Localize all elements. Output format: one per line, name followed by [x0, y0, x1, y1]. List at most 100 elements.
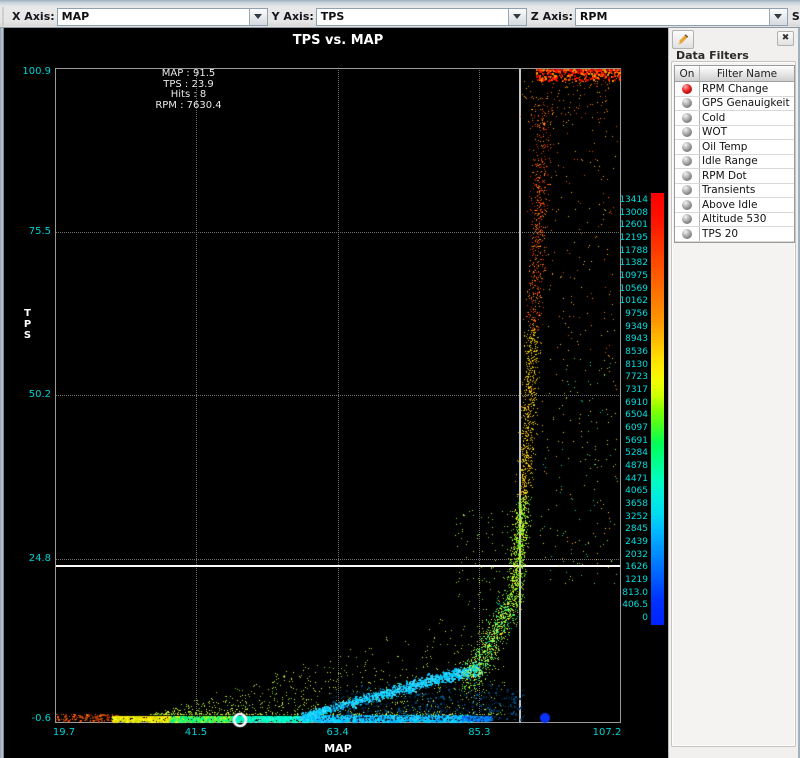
chevron-down-icon[interactable]: [769, 9, 787, 25]
filter-off-ball-icon[interactable]: [682, 156, 692, 166]
colorbar-tick-label: 6910: [604, 398, 648, 408]
colorbar-tick-label: 8943: [604, 334, 648, 344]
filter-toggle-cell[interactable]: [675, 97, 700, 111]
colorbar-tick-label: 10162: [604, 296, 648, 306]
z-axis-value: RPM: [576, 10, 769, 23]
filter-off-ball-icon[interactable]: [682, 171, 692, 181]
filter-name-cell[interactable]: Altitude 530: [700, 213, 794, 225]
filter-toggle-cell[interactable]: [675, 213, 700, 227]
filter-row[interactable]: Altitude 530: [675, 213, 794, 228]
filter-row[interactable]: WOT: [675, 126, 794, 141]
x-tick-label: 41.5: [174, 727, 218, 738]
filter-name-cell[interactable]: RPM Dot: [700, 170, 794, 182]
filter-off-ball-icon[interactable]: [682, 229, 692, 239]
filter-name-cell[interactable]: WOT: [700, 126, 794, 138]
column-header-on: On: [675, 66, 700, 81]
y-axis-select[interactable]: TPS: [316, 8, 527, 26]
colorbar-tick-label: 3252: [604, 512, 648, 522]
filter-toggle-cell[interactable]: [675, 126, 700, 140]
panel-title: Data Filters: [676, 49, 749, 62]
filter-row[interactable]: Cold: [675, 111, 794, 126]
filter-off-ball-icon[interactable]: [682, 127, 692, 137]
colorbar-tick-label: 6097: [604, 423, 648, 433]
colorbar-tick-label: 1626: [604, 562, 648, 572]
colorbar-tick-label: 13414: [604, 195, 648, 205]
colorbar-tick-label: 4065: [604, 486, 648, 496]
toolbar-drag-handle[interactable]: [2, 7, 4, 26]
colorbar-tick-label: 10569: [604, 284, 648, 294]
colorbar-tick-label: 0: [604, 613, 648, 623]
filter-name-cell[interactable]: GPS Genauigkeit: [700, 97, 794, 109]
colorbar-tick-label: 8130: [604, 360, 648, 370]
colorbar-tick-label: 9349: [604, 322, 648, 332]
data-filters-panel: ✖ Data Filters OnFilter NameRPM Change GP…: [668, 28, 800, 758]
colorbar-tick-label: 7723: [604, 372, 648, 382]
scales-button[interactable]: Scales: [788, 10, 800, 23]
filter-row[interactable]: RPM Dot: [675, 169, 794, 184]
filter-name-cell[interactable]: Cold: [700, 112, 794, 124]
colorbar-tick-label: 406.5: [604, 600, 648, 610]
colorbar-tick-label: 9756: [604, 309, 648, 319]
filters-table-header: OnFilter Name: [675, 66, 794, 82]
filter-toggle-cell[interactable]: [675, 111, 700, 125]
filter-on-ball-icon[interactable]: [682, 84, 692, 94]
cursor-readout-line: MAP : 91.5: [116, 69, 261, 80]
chart-region: TPS vs. MAP MAP : 91.5TPS : 23.9Hits : 8…: [0, 28, 668, 758]
cursor-readout-line: Hits : 8: [116, 90, 261, 101]
z-axis-label: Z Axis:: [527, 10, 575, 23]
x-axis-value: MAP: [58, 10, 249, 23]
close-button[interactable]: ✖: [777, 31, 794, 46]
filter-toggle-cell[interactable]: [675, 82, 700, 96]
cursor-readout: MAP : 91.5TPS : 23.9Hits : 8RPM : 7630.4: [116, 69, 261, 111]
colorbar-tick-label: 7317: [604, 385, 648, 395]
toolbar: X Axis: MAP Y Axis: TPS Z Axis: RPM Scal…: [0, 0, 800, 28]
filter-row[interactable]: Above Idle: [675, 198, 794, 213]
filter-off-ball-icon[interactable]: [682, 98, 692, 108]
chevron-down-icon[interactable]: [508, 9, 526, 25]
filter-row[interactable]: TPS 20: [675, 227, 794, 242]
filter-toggle-cell[interactable]: [675, 227, 700, 241]
filter-off-ball-icon[interactable]: [682, 185, 692, 195]
filter-name-cell[interactable]: Oil Temp: [700, 141, 794, 153]
filter-row[interactable]: GPS Genauigkeit: [675, 97, 794, 112]
chevron-down-icon[interactable]: [249, 9, 267, 25]
filter-row[interactable]: Idle Range: [675, 155, 794, 170]
colorbar-tick-label: 4471: [604, 474, 648, 484]
data-filters-table: OnFilter NameRPM Change GPS Genauigkeit Co…: [674, 65, 795, 243]
filter-toggle-cell[interactable]: [675, 184, 700, 198]
x-tick-label: 107.2: [585, 727, 629, 738]
filter-off-ball-icon[interactable]: [682, 142, 692, 152]
x-axis-label: X Axis:: [8, 10, 57, 23]
pencil-icon: [676, 33, 690, 46]
filter-row[interactable]: RPM Change: [675, 82, 794, 97]
filter-name-cell[interactable]: Idle Range: [700, 155, 794, 167]
filter-name-cell[interactable]: Above Idle: [700, 199, 794, 211]
filter-name-cell[interactable]: TPS 20: [700, 228, 794, 240]
chart-title: TPS vs. MAP: [55, 33, 621, 48]
filter-off-ball-icon[interactable]: [682, 214, 692, 224]
filter-row[interactable]: Transients: [675, 184, 794, 199]
x-tick-label: 63.4: [316, 727, 360, 738]
x-axis-select[interactable]: MAP: [57, 8, 268, 26]
filter-row[interactable]: Oil Temp: [675, 140, 794, 155]
scatter-canvas[interactable]: [0, 28, 668, 758]
edit-button[interactable]: [672, 30, 694, 49]
colorbar-tick-label: 10975: [604, 271, 648, 281]
y-tick-label: 100.9: [5, 66, 51, 77]
filter-off-ball-icon[interactable]: [682, 200, 692, 210]
x-tick-label: 85.3: [457, 727, 501, 738]
filter-toggle-cell[interactable]: [675, 140, 700, 154]
colorbar-tick-label: 8536: [604, 347, 648, 357]
z-axis-select[interactable]: RPM: [575, 8, 788, 26]
filter-toggle-cell[interactable]: [675, 169, 700, 183]
filter-name-cell[interactable]: Transients: [700, 184, 794, 196]
filter-off-ball-icon[interactable]: [682, 113, 692, 123]
filter-name-cell[interactable]: RPM Change: [700, 83, 794, 95]
close-icon: ✖: [782, 34, 790, 43]
colorbar-tick-label: 4878: [604, 461, 648, 471]
filter-toggle-cell[interactable]: [675, 198, 700, 212]
colorbar-tick-label: 1219: [604, 575, 648, 585]
filter-toggle-cell[interactable]: [675, 155, 700, 169]
colorbar-tick-label: 3658: [604, 499, 648, 509]
app-window: X Axis: MAP Y Axis: TPS Z Axis: RPM Scal…: [0, 0, 800, 758]
